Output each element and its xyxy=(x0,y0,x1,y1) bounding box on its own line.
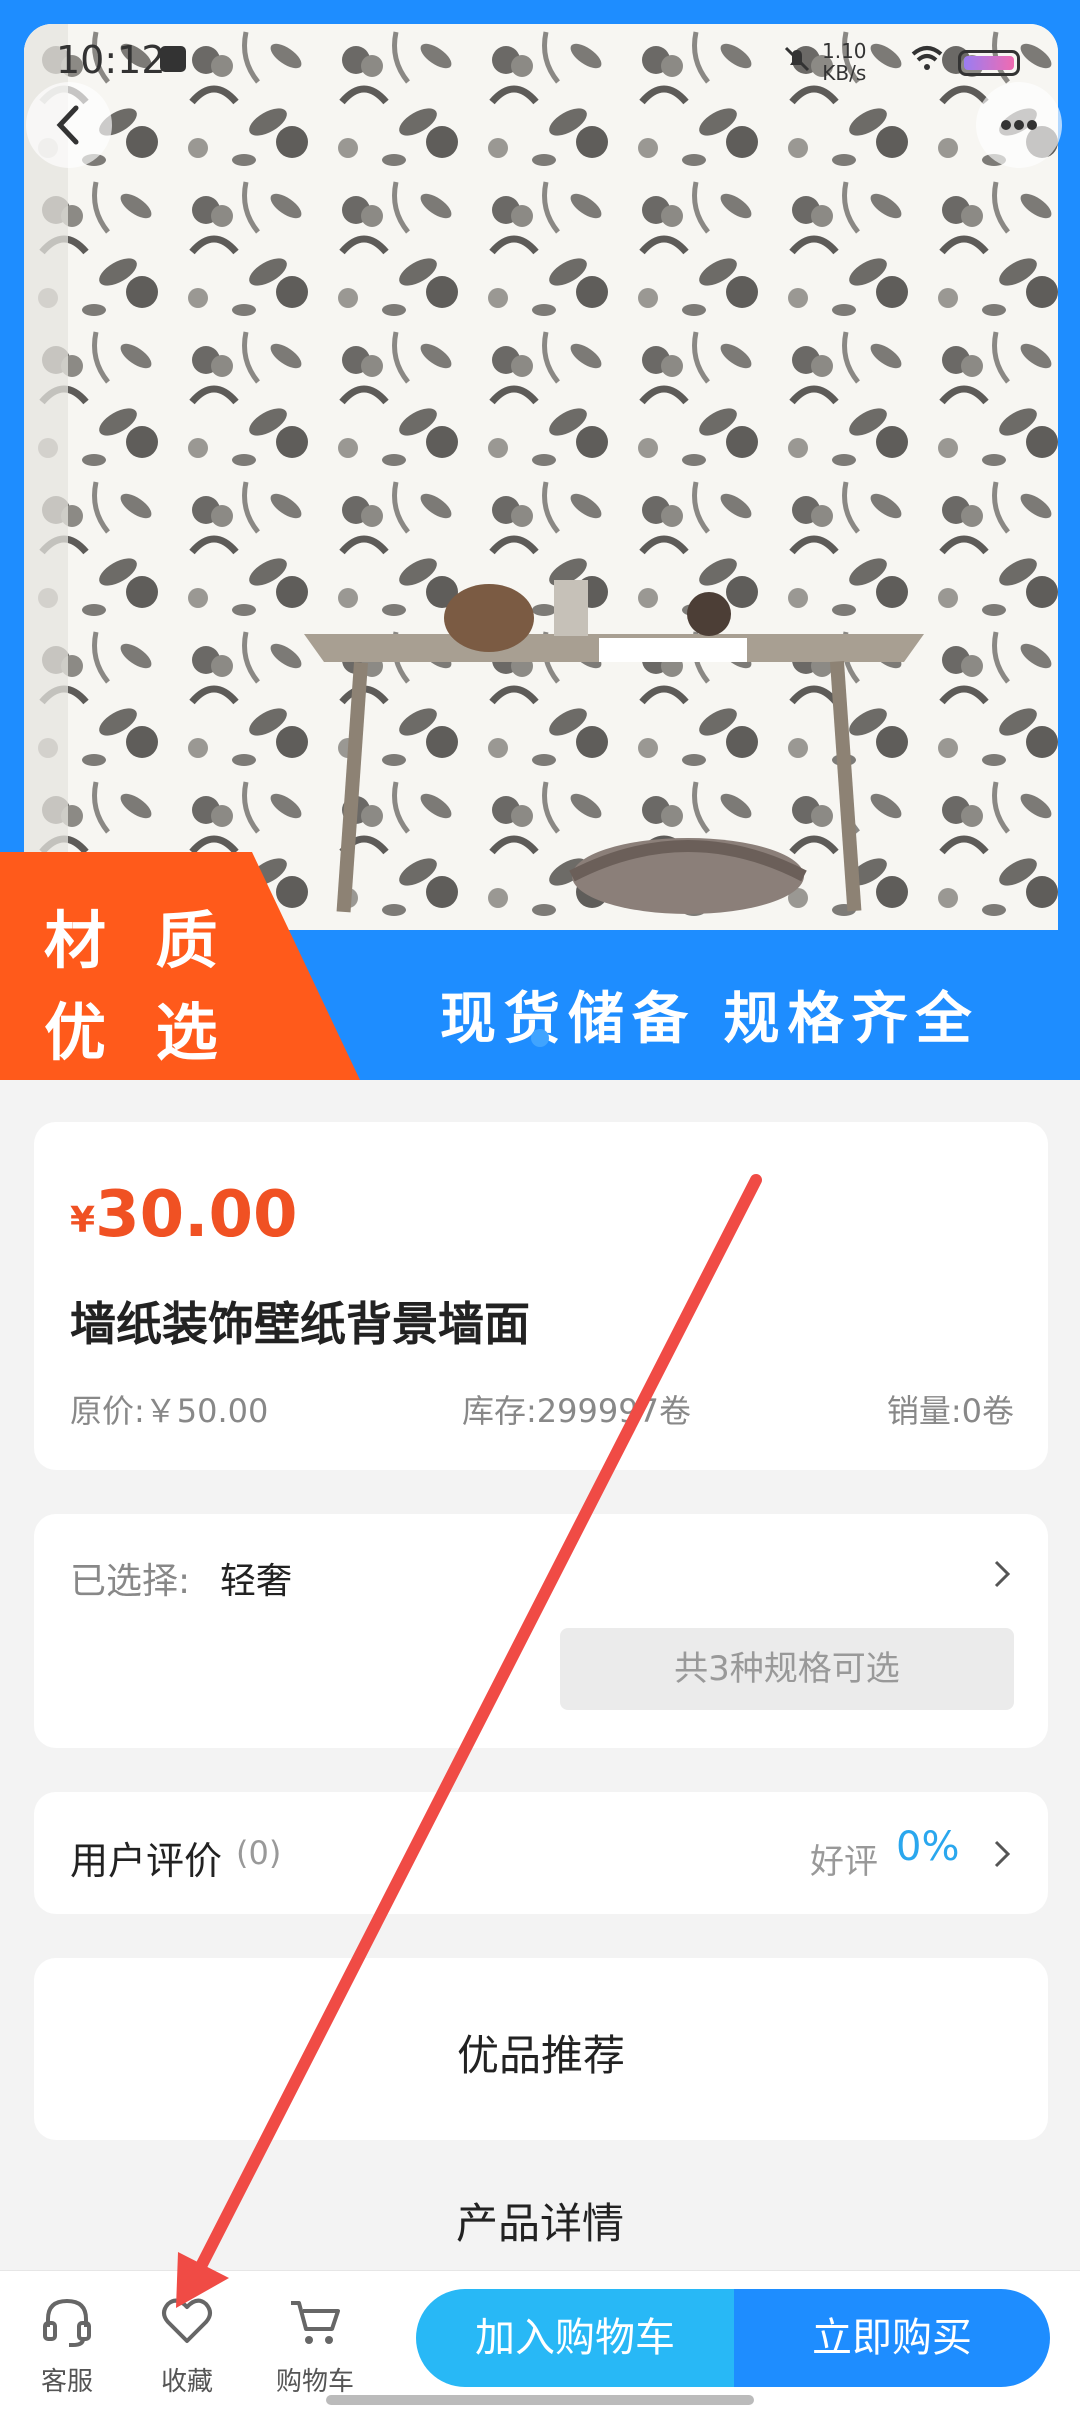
reviews-row[interactable]: 用户评价 (0) 好评 0% xyxy=(34,1792,1048,1914)
add-to-cart-button[interactable]: 加入购物车 xyxy=(416,2289,734,2387)
home-indicator[interactable] xyxy=(326,2395,754,2405)
chevron-right-icon xyxy=(994,1560,1011,1588)
bottom-action-bar: 客服 收藏 购物车 加入购物车 立即购买 xyxy=(0,2270,1080,2409)
product-photo xyxy=(24,24,1058,934)
cart-button[interactable]: 购物车 xyxy=(260,2293,370,2398)
product-price: ¥30.00 xyxy=(70,1178,298,1252)
mute-icon xyxy=(784,46,810,72)
banner-slogan: 现货储备 规格齐全 xyxy=(440,987,980,1052)
shopping-cart-icon xyxy=(291,2301,340,2344)
favorite-button[interactable]: 收藏 xyxy=(132,2293,242,2398)
currency-symbol: ¥ xyxy=(70,1200,96,1241)
good-rating-value: 0% xyxy=(896,1824,960,1870)
selected-spec: 轻奢 xyxy=(220,1561,293,1602)
wifi-icon xyxy=(911,46,943,70)
headset-icon xyxy=(43,2298,91,2347)
notification-icon xyxy=(160,46,186,72)
battery-icon xyxy=(958,50,1020,76)
badge-line-2: 优 选 xyxy=(44,996,232,1069)
product-image-banner: 材 质 优 选 现货储备 规格齐全 xyxy=(0,0,1080,1080)
product-details-title: 产品详情 xyxy=(455,2199,624,2248)
price-value: 30.00 xyxy=(95,1178,298,1252)
customer-service-button[interactable]: 客服 xyxy=(12,2293,122,2398)
customer-service-label: 客服 xyxy=(40,2367,93,2397)
buy-now-button[interactable]: 立即购买 xyxy=(734,2289,1050,2387)
status-time: 10:12 xyxy=(56,38,166,82)
chevron-right-icon xyxy=(994,1840,1011,1868)
network-speed: 1.10 KB/s xyxy=(822,40,867,84)
original-price: 原价:￥50.00 xyxy=(70,1392,269,1430)
network-speed-unit: KB/s xyxy=(822,61,867,85)
reviews-count: (0) xyxy=(236,1834,282,1872)
product-title: 墙纸装饰壁纸背景墙面 xyxy=(70,1297,530,1351)
good-rating-label: 好评 xyxy=(810,1842,878,1882)
network-speed-value: 1.10 xyxy=(822,39,867,63)
stock: 库存:299997卷 xyxy=(462,1392,691,1430)
spec-options-button[interactable]: 共3种规格可选 xyxy=(560,1628,1014,1710)
purchase-buttons: 加入购物车 立即购买 xyxy=(416,2289,1050,2387)
status-bar: 10:12 1.10 KB/s xyxy=(0,0,1080,120)
spec-selector[interactable]: 已选择: 轻奢 共3种规格可选 xyxy=(34,1514,1048,1748)
recommended-products-title: 优品推荐 xyxy=(456,2031,625,2080)
cart-label: 购物车 xyxy=(275,2367,354,2397)
price-card: ¥30.00 墙纸装饰壁纸背景墙面 原价:￥50.00 库存:299997卷 销… xyxy=(34,1122,1048,1470)
favorite-label: 收藏 xyxy=(160,2367,213,2397)
recommended-products-section: 优品推荐 xyxy=(34,1958,1048,2140)
heart-icon xyxy=(162,2298,212,2343)
sales: 销量:0卷 xyxy=(886,1392,1014,1430)
wallpaper-pattern-image xyxy=(24,24,1058,934)
spec-label: 已选择: xyxy=(70,1561,191,1602)
badge-line-1: 材 质 xyxy=(44,904,232,977)
carousel-indicator-dot[interactable] xyxy=(531,1029,549,1047)
reviews-label: 用户评价 xyxy=(70,1839,223,1883)
